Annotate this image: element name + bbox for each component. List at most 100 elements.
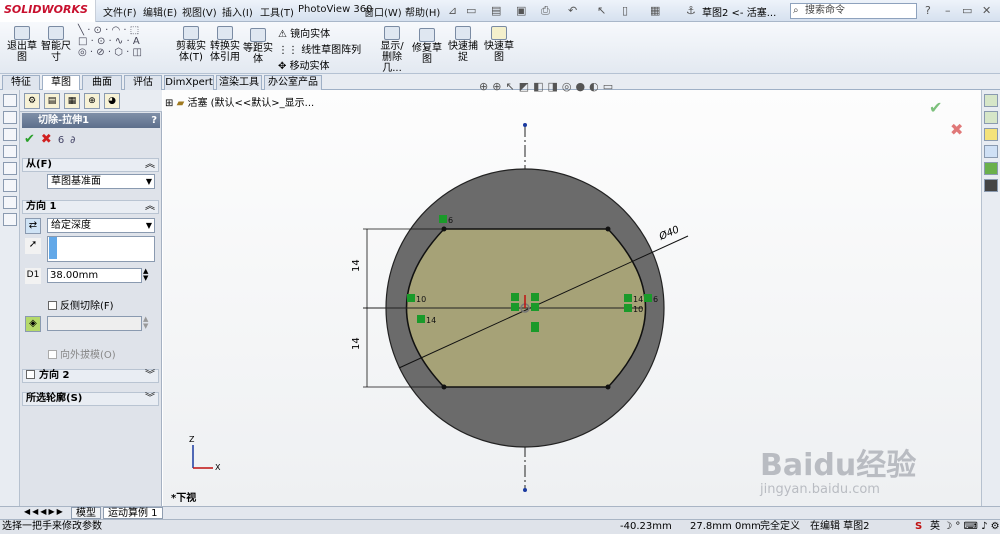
- tab-sketch[interactable]: 草图: [42, 75, 80, 91]
- tab-motion-study[interactable]: 运动算例 1: [103, 507, 163, 519]
- trim-button[interactable]: 剪裁实体(T): [176, 26, 206, 63]
- close-icon[interactable]: ✕: [982, 4, 991, 17]
- menu-edit[interactable]: 编辑(E): [143, 4, 177, 19]
- end-condition-select[interactable]: 给定深度 ▼: [47, 218, 155, 233]
- menu-insert[interactable]: 插入(I): [222, 4, 253, 19]
- left-tool-7-icon[interactable]: [3, 196, 17, 209]
- app-logo-area[interactable]: SOLIDWORKS: [0, 0, 96, 22]
- menu-photoview[interactable]: PhotoView 360: [298, 4, 373, 15]
- offset-button[interactable]: 等距实体: [243, 28, 273, 65]
- property-manager-icon[interactable]: ▤: [44, 93, 60, 109]
- move-row[interactable]: ✥ 移动实体: [278, 57, 330, 72]
- depth-spinner[interactable]: ▲ ▼: [143, 268, 148, 282]
- expand-icon: ︾: [145, 393, 155, 404]
- left-tool-6-icon[interactable]: [3, 179, 17, 192]
- sketch-tools-grid[interactable]: ╲ · ⊙ · ◠ · ⬚ □ · ⊙ · ∿ · A ◎ · ⊘ · ⬡ · ◫: [78, 25, 142, 58]
- draft-icon[interactable]: ◈: [25, 316, 41, 332]
- select-icon[interactable]: ↖: [597, 4, 606, 17]
- restore-icon[interactable]: ▭: [962, 4, 972, 17]
- tab-evaluate[interactable]: 评估: [124, 75, 162, 90]
- file-explorer-icon[interactable]: [984, 128, 998, 141]
- ok-button[interactable]: ✔: [24, 132, 41, 147]
- appearances-icon[interactable]: [984, 162, 998, 175]
- direction1-section-header[interactable]: 方向 1 ︽: [22, 200, 159, 214]
- left-tool-4-icon[interactable]: [3, 145, 17, 158]
- feature-help-button[interactable]: ?: [151, 113, 157, 128]
- quick-snap-button[interactable]: 快速捕捉: [448, 26, 478, 63]
- tab-dimxpert[interactable]: DimXpert: [164, 75, 214, 90]
- minimize-icon[interactable]: –: [945, 4, 951, 17]
- search-input[interactable]: ⌕ 搜索命令: [790, 3, 917, 19]
- display-manager-icon[interactable]: ◕: [104, 93, 120, 109]
- dimxpert-icon[interactable]: ⊕: [84, 93, 100, 109]
- left-tool-2-icon[interactable]: [3, 111, 17, 124]
- tab-features[interactable]: 特征: [2, 75, 40, 90]
- tab-scroll-arrows[interactable]: ◀◀◀▶▶: [24, 507, 65, 516]
- smart-dimension-button[interactable]: 智能尺寸: [40, 26, 72, 63]
- ime-icon[interactable]: S: [915, 520, 922, 534]
- display-delete-icon: [384, 26, 400, 40]
- open-icon[interactable]: ▤: [491, 4, 501, 17]
- draft-outward-checkbox[interactable]: 向外拔模(O): [48, 346, 116, 361]
- display-delete-button[interactable]: 显示/删除几...: [376, 26, 408, 74]
- left-tool-8-icon[interactable]: [3, 213, 17, 226]
- print-icon[interactable]: ⎙: [541, 4, 550, 18]
- depth-input[interactable]: 38.00mm: [47, 268, 142, 283]
- selected-contours-section-header[interactable]: 所选轮廓(S) ︾: [22, 392, 159, 406]
- draft-spinner[interactable]: ▲ ▼: [143, 316, 148, 330]
- flip-side-checkbox[interactable]: 反侧切除(F): [48, 297, 114, 312]
- custom-properties-icon[interactable]: [984, 179, 998, 192]
- direction2-section-header[interactable]: 方向 2 ︾: [22, 369, 159, 383]
- repair-sketch-button[interactable]: 修复草图: [412, 28, 442, 65]
- help-icon[interactable]: ?: [925, 4, 931, 17]
- menu-view[interactable]: 视图(V): [182, 4, 217, 19]
- linear-pattern-row[interactable]: ⋮⋮ 线性草图阵列: [278, 41, 361, 56]
- pin-icon[interactable]: ⊿: [448, 4, 457, 17]
- left-tool-3-icon[interactable]: [3, 128, 17, 141]
- menu-file[interactable]: 文件(F): [103, 4, 137, 19]
- solidworks-logo: SOLIDWORKS: [4, 3, 88, 16]
- rapid-sketch-button[interactable]: 快速草图: [484, 26, 514, 63]
- relation-label: 6: [653, 295, 658, 304]
- cancel-button[interactable]: ✖: [41, 132, 58, 147]
- direction2-checkbox[interactable]: [26, 370, 35, 379]
- direction-vector-field[interactable]: [47, 236, 155, 262]
- tab-surfaces[interactable]: 曲面: [82, 75, 122, 90]
- convert-button[interactable]: 转换实体引用: [210, 26, 240, 63]
- menu-help[interactable]: 帮助(H): [405, 4, 440, 19]
- detailed-preview-icon[interactable]: 6∂: [58, 135, 82, 146]
- options-icon[interactable]: ▦: [650, 4, 660, 17]
- tab-render-tools[interactable]: 渲染工具: [216, 75, 262, 90]
- menu-window[interactable]: 窗口(W): [364, 4, 402, 19]
- rebuild-icon[interactable]: ▯: [622, 4, 628, 17]
- new-icon[interactable]: ▭: [466, 4, 476, 17]
- depth-value: 38.00mm: [50, 270, 99, 281]
- status-z-coordinate: 0mm: [735, 521, 761, 532]
- command-manager: 退出草图 智能尺寸 ╲ · ⊙ · ◠ · ⬚ □ · ⊙ · ∿ · A ◎ · …: [0, 22, 1000, 74]
- design-library-icon[interactable]: [984, 111, 998, 124]
- dimension-top: 14: [351, 259, 362, 272]
- menu-tools[interactable]: 工具(T): [260, 4, 294, 19]
- from-section-header[interactable]: 从(F) ︽: [22, 158, 159, 172]
- draft-angle-input[interactable]: [47, 316, 142, 331]
- configuration-icon[interactable]: ▦: [64, 93, 80, 109]
- left-tool-1-icon[interactable]: [3, 94, 17, 107]
- tray-icons[interactable]: 英 ☽ ° ⌨ ♪ ⚙: [930, 520, 1000, 534]
- tab-model[interactable]: 模型: [71, 507, 101, 519]
- save-icon[interactable]: ▣: [516, 4, 526, 17]
- task-pane: [981, 90, 1000, 506]
- relation-label: 6: [448, 216, 453, 225]
- confirm-corner-cancel-icon[interactable]: ✖: [950, 120, 963, 139]
- view-palette-icon[interactable]: [984, 145, 998, 158]
- undo-icon[interactable]: ↶: [568, 4, 577, 17]
- tab-office-products[interactable]: 办公室产品: [264, 75, 322, 90]
- left-tool-5-icon[interactable]: [3, 162, 17, 175]
- from-select[interactable]: 草图基准面 ▼: [47, 174, 155, 189]
- confirm-corner-ok-icon[interactable]: ✔: [929, 98, 942, 117]
- reverse-direction-icon[interactable]: ⇄: [25, 218, 41, 234]
- resources-icon[interactable]: [984, 94, 998, 107]
- vertex-point: [441, 226, 447, 232]
- exit-sketch-button[interactable]: 退出草图: [6, 26, 38, 63]
- mirror-row[interactable]: ⚠ 镜向实体: [278, 25, 330, 40]
- feature-tree-icon[interactable]: ⚙: [24, 93, 40, 109]
